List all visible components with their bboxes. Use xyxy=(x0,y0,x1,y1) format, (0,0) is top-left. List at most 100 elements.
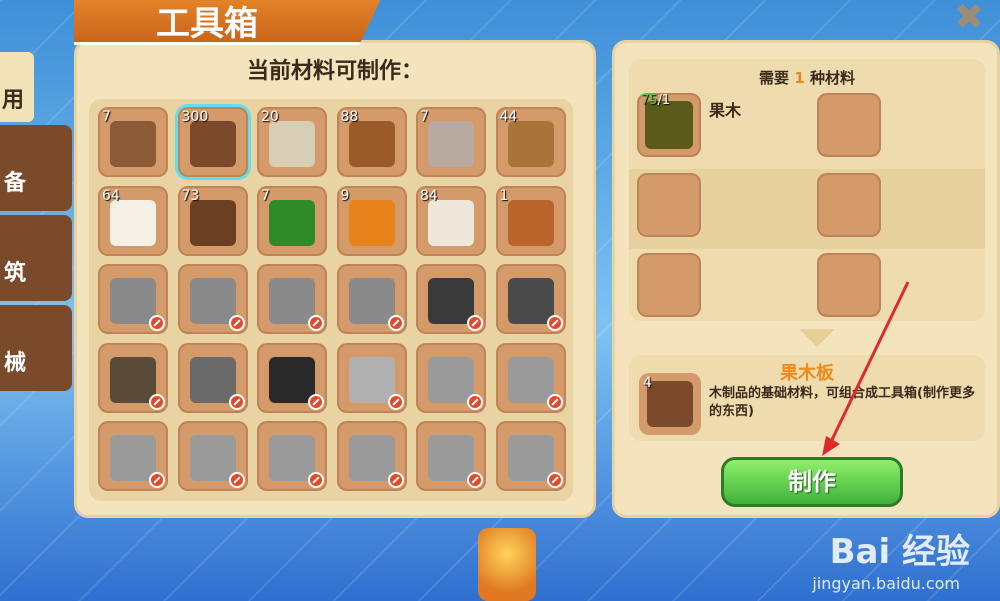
side-tab-label: 筑 xyxy=(4,261,27,286)
title-banner: 工具箱 xyxy=(74,0,384,45)
item-slot[interactable]: 7 xyxy=(416,107,486,177)
item-slot[interactable] xyxy=(177,342,248,413)
iron-shovel-2-icon xyxy=(507,435,554,481)
result-description: 木制品的基础材料，可组合成工具箱(制作更多的东西) xyxy=(709,386,975,419)
drill-icon xyxy=(348,435,395,481)
material-slot-empty xyxy=(817,173,881,237)
item-count: 20 xyxy=(261,109,279,125)
item-count: 64 xyxy=(102,187,120,204)
bowl-icon xyxy=(507,121,554,167)
item-slot[interactable] xyxy=(416,264,486,334)
item-slot[interactable] xyxy=(257,342,327,413)
down-arrow-icon xyxy=(799,329,835,347)
materials-required: 需要 1 种材料 xyxy=(629,67,985,88)
item-slot[interactable] xyxy=(177,264,248,334)
watermark-url: jingyan.baidu.com xyxy=(812,574,960,593)
fruit-wood-log-icon xyxy=(645,101,693,149)
iron-door-icon xyxy=(507,278,554,324)
orange-pellets-icon xyxy=(348,199,395,246)
item-slot[interactable]: 88 xyxy=(336,107,407,177)
item-slot[interactable] xyxy=(177,421,248,491)
ladder-icon xyxy=(110,356,156,403)
item-slot[interactable] xyxy=(416,342,486,413)
item-slot[interactable] xyxy=(336,342,407,413)
item-slot[interactable] xyxy=(495,342,566,413)
metal-bucket-icon xyxy=(348,356,395,403)
locked-icon xyxy=(546,472,563,488)
item-slot[interactable] xyxy=(257,264,327,334)
result-slot: 4 xyxy=(639,373,701,435)
item-slot[interactable]: 44 xyxy=(495,107,566,177)
item-slot[interactable]: 73 xyxy=(177,185,248,256)
item-count: 73 xyxy=(181,187,200,204)
need-prefix: 需要 xyxy=(759,69,790,87)
signboard-icon xyxy=(269,356,315,403)
item-slot[interactable] xyxy=(336,421,407,491)
item-count: 84 xyxy=(420,187,438,204)
close-button[interactable]: ✖ xyxy=(946,0,992,38)
craft-button[interactable]: 制作 xyxy=(721,457,903,507)
item-slot[interactable]: 9 xyxy=(336,185,407,256)
locked-icon xyxy=(308,315,324,331)
side-tab-label: 备 xyxy=(4,171,27,196)
item-slot[interactable] xyxy=(257,421,327,491)
material-slot-empty xyxy=(817,93,881,157)
material-name: 果木 xyxy=(709,101,742,120)
item-count: 1 xyxy=(499,187,509,204)
item-count: 44 xyxy=(499,109,518,125)
locked-icon xyxy=(149,393,165,410)
result-count: 4 xyxy=(643,375,652,391)
side-tab-building[interactable]: 筑 xyxy=(0,215,72,301)
item-count: 88 xyxy=(340,109,359,125)
item-count: 9 xyxy=(340,187,350,204)
side-tab-machinery[interactable]: 械 xyxy=(0,305,72,391)
item-slot[interactable] xyxy=(98,421,168,491)
item-slot[interactable]: 84 xyxy=(416,185,486,256)
locked-icon xyxy=(467,315,483,331)
watermelon-icon xyxy=(269,199,315,246)
lantern-decoration xyxy=(478,528,536,601)
item-slot[interactable] xyxy=(495,264,566,334)
item-slot[interactable] xyxy=(336,264,407,334)
item-slot[interactable]: 64 xyxy=(98,185,168,256)
item-grid: 7 300 20 88 7 44 64 73 7 9 84 1 xyxy=(89,99,573,501)
locked-icon xyxy=(228,472,245,488)
locked-icon xyxy=(546,315,563,331)
craftable-panel: 当前材料可制作： 7 300 20 88 7 44 64 73 7 9 84 1 xyxy=(74,40,596,518)
item-slot[interactable] xyxy=(98,264,168,334)
side-tab-label: 械 xyxy=(4,351,27,376)
paper-icon xyxy=(428,199,474,246)
locked-icon xyxy=(387,393,404,410)
bed-icon xyxy=(189,356,236,403)
material-slot[interactable]: 75/1 xyxy=(637,93,701,157)
stone-shovel-icon xyxy=(269,278,315,324)
iron-shovel-icon xyxy=(428,435,474,481)
item-slot[interactable] xyxy=(495,421,566,491)
item-slot[interactable]: 7 xyxy=(98,107,168,177)
item-slot[interactable]: 20 xyxy=(257,107,327,177)
flour-icon xyxy=(110,199,156,246)
item-slot[interactable]: 300 xyxy=(177,107,248,177)
side-tab-label: 用 xyxy=(2,88,25,113)
locked-icon xyxy=(228,393,245,410)
locked-icon xyxy=(308,472,324,488)
iron-pickaxe-icon xyxy=(189,435,236,481)
stone-hoe-icon xyxy=(348,278,395,324)
need-count: 1 xyxy=(794,69,805,87)
iron-pickaxe-2-icon xyxy=(269,435,315,481)
side-tab-equipment[interactable]: 备 xyxy=(0,125,72,211)
item-slot[interactable] xyxy=(416,421,486,491)
wooden-bucket-icon xyxy=(507,199,554,246)
seeds-icon xyxy=(189,199,236,246)
material-slot-empty xyxy=(817,253,881,317)
material-slot-empty xyxy=(637,253,701,317)
item-slot[interactable]: 1 xyxy=(495,185,566,256)
result-box: 果木板 4 木制品的基础材料，可组合成工具箱(制作更多的东西) xyxy=(629,355,985,441)
birch-plank-icon xyxy=(269,121,315,167)
locked-icon xyxy=(467,472,483,488)
side-tab-tools[interactable]: 用 xyxy=(0,52,34,122)
item-slot[interactable] xyxy=(98,342,168,413)
craftable-title: 当前材料可制作： xyxy=(246,59,423,84)
item-slot[interactable]: 7 xyxy=(257,185,327,256)
chainsaw-icon xyxy=(110,435,156,481)
